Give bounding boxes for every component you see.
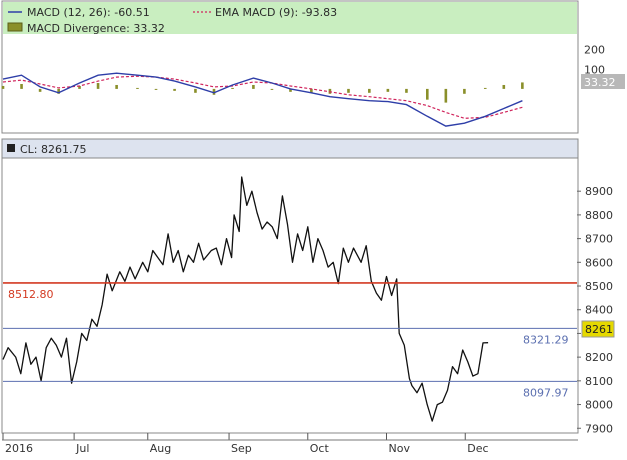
price-tick-label: 8700 xyxy=(585,233,613,246)
divergence-bar xyxy=(1,85,5,89)
price-tick-label: 8900 xyxy=(585,185,613,198)
divergence-bar xyxy=(368,88,371,93)
x-tick-label: Nov xyxy=(389,442,411,455)
price-last-value: 8261 xyxy=(585,323,613,336)
divergence-legend-label: MACD Divergence: 33.32 xyxy=(27,22,165,35)
price-panel xyxy=(1,157,579,434)
divergence-bar xyxy=(502,84,506,89)
price-tick-label: 7900 xyxy=(585,422,613,435)
divergence-bar xyxy=(38,88,42,92)
price-tick-label: 8200 xyxy=(585,351,613,364)
divergence-bar xyxy=(270,88,274,90)
price-tick-label: 8000 xyxy=(585,399,613,412)
x-tick-label: 2016 xyxy=(5,442,33,455)
x-tick-label: Aug xyxy=(150,442,171,455)
square-icon xyxy=(7,144,15,152)
price-panel-title: CL: 8261.75 xyxy=(20,143,87,156)
x-tick-label: Jul xyxy=(75,442,89,455)
divergence-bar xyxy=(444,88,448,103)
divergence-bar xyxy=(20,84,23,89)
divergence-bar xyxy=(483,87,487,89)
support-level-label: 8097.97 xyxy=(523,386,569,399)
macd-tick-label: 200 xyxy=(584,44,605,57)
price-title-bar xyxy=(1,138,579,159)
resistance-level-label: 8512.80 xyxy=(8,288,54,301)
macd-y-axis: 200100 xyxy=(584,44,605,77)
ema-legend-label: EMA MACD (9): -93.83 xyxy=(215,6,337,19)
chart-canvas: MACD (12, 26): -60.51 EMA MACD (9): -93.… xyxy=(1,0,625,455)
x-tick-label: Sep xyxy=(231,442,252,455)
divergence-bar xyxy=(194,88,197,93)
divergence-bar xyxy=(136,87,139,89)
divergence-bar xyxy=(426,88,429,100)
divergence-bar xyxy=(347,88,350,93)
price-y-axis: 8900880087008600850084008300820081008000… xyxy=(577,185,613,435)
divergence-bar xyxy=(115,84,118,89)
price-tick-label: 8800 xyxy=(585,209,613,222)
price-tick-label: 8500 xyxy=(585,280,613,293)
divergence-bar xyxy=(173,88,176,91)
divergence-bar xyxy=(405,88,408,93)
divergence-bar xyxy=(252,84,255,89)
divergence-legend-swatch xyxy=(7,22,23,32)
divergence-bar xyxy=(521,82,524,89)
price-tick-label: 8400 xyxy=(585,304,613,317)
price-tick-label: 8600 xyxy=(585,256,613,269)
macd-legend-label: MACD (12, 26): -60.51 xyxy=(27,6,150,19)
price-x-axis: 2016 Jul Aug Sep Oct Nov Dec xyxy=(2,433,578,455)
divergence-bar xyxy=(231,87,234,89)
divergence-bar xyxy=(154,88,158,90)
divergence-bar xyxy=(386,88,390,92)
support-level-label: 8321.29 xyxy=(523,333,569,346)
macd-last-value: 33.32 xyxy=(584,76,616,89)
divergence-bar xyxy=(463,88,466,94)
divergence-bar xyxy=(96,83,100,89)
x-tick-label: Oct xyxy=(310,442,330,455)
x-tick-label: Dec xyxy=(467,442,488,455)
price-tick-label: 8100 xyxy=(585,375,613,388)
